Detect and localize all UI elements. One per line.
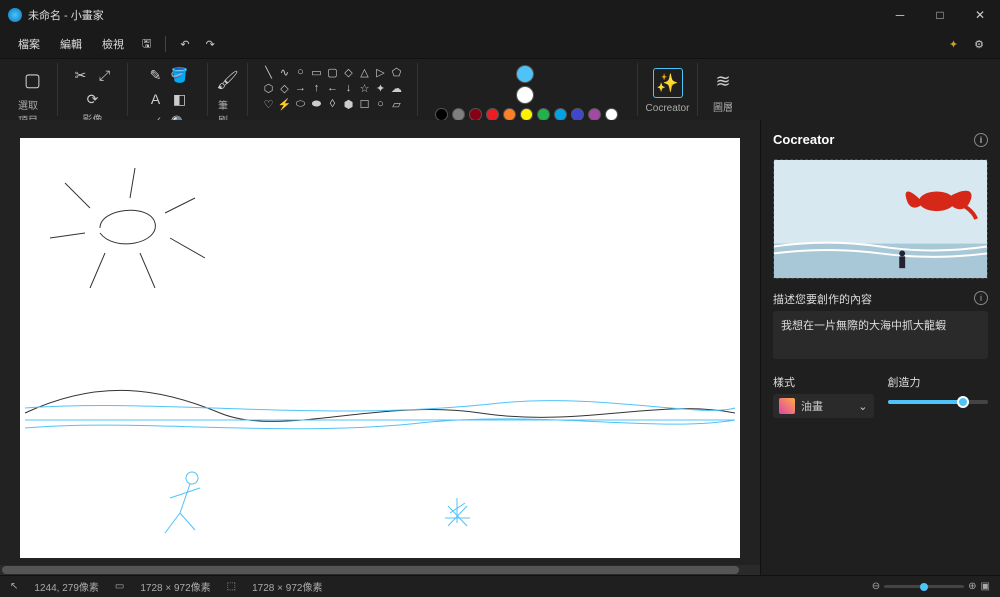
horizontal-scrollbar[interactable] [0,565,760,575]
chevron-down-icon: ⌄ [858,400,867,413]
color-secondary[interactable] [516,86,534,104]
zoom-in-icon[interactable]: ⊕ [968,581,976,592]
eraser-icon[interactable]: ◧ [170,89,190,109]
crop-icon[interactable]: ✂ [71,65,91,85]
text-icon[interactable]: A [146,89,166,109]
info-icon[interactable]: i [974,291,988,305]
close-button[interactable]: ✕ [960,0,1000,30]
style-select[interactable]: 油畫 ⌄ [773,394,874,418]
mouse-position: 1244, 279像素 [34,579,99,594]
layers-icon[interactable]: ≋ [708,66,738,96]
style-thumb-icon [779,398,795,414]
canvas-size-icon: ▭ [115,581,124,592]
rotate-icon[interactable]: ⟳ [83,89,103,109]
cocreator-title: Cocreator [773,132,834,147]
cursor-icon: ↖ [10,581,18,592]
fit-icon[interactable]: ▣ [981,581,990,592]
window-title: 未命名 - 小畫家 [28,7,104,23]
style-value: 油畫 [801,398,823,414]
undo-icon[interactable]: ↶ [174,34,195,55]
ribbon-label-cocreator: Cocreator [646,103,690,114]
statusbar: ↖ 1244, 279像素 ▭ 1728 × 972像素 ⬚ 1728 × 97… [0,575,1000,597]
shapes-grid[interactable]: ╲∿○▭▢◇△▷⬠ ⬡◇→↑←↓☆✦☁ ♡⚡⬭⬬◊⬢☐○▱ [262,65,404,111]
creativity-slider[interactable] [888,400,989,404]
print-size-icon: ⬚ [227,581,236,592]
titlebar: 未命名 - 小畫家 ─ □ ✕ [0,0,1000,30]
brush-icon[interactable]: 🖌 [213,65,243,95]
color-primary[interactable] [516,65,534,83]
cocreator-preview[interactable] [773,159,988,279]
fill-icon[interactable]: 🪣 [170,65,190,85]
ribbon: ▢ 選取項目 ✂ ⤢ ⟳ 影像 ✎ 🪣 A ◧ ⟋ 🔍 工具 🖌 筆刷 ╲∿○▭… [0,58,1000,120]
style-label: 樣式 [773,374,795,390]
select-tool[interactable]: ▢ [18,65,48,95]
ribbon-label-layers: 圖層 [713,99,733,114]
copilot-icon[interactable]: ✦ [943,34,964,55]
menu-edit[interactable]: 編輯 [52,32,90,56]
creativity-label: 創造力 [888,374,921,390]
prompt-label: 描述您要創作的內容 [773,291,872,307]
menu-file[interactable]: 檔案 [10,32,48,56]
cocreator-icon[interactable]: ✨ [653,68,683,98]
zoom-control[interactable]: ⊖ ⊕ ▣ [872,581,990,592]
prompt-input[interactable] [773,311,988,359]
print-size: 1728 × 972像素 [252,579,322,594]
zoom-out-icon[interactable]: ⊖ [872,581,880,592]
canvas-area [0,120,760,575]
save-icon[interactable]: 🖫 [136,31,157,58]
maximize-button[interactable]: □ [920,0,960,30]
cocreator-panel: Cocreator i [760,120,1000,575]
canvas-size: 1728 × 972像素 [140,579,210,594]
canvas[interactable] [20,138,740,558]
menu-view[interactable]: 檢視 [94,32,132,56]
redo-icon[interactable]: ↷ [200,34,221,55]
drawing-sketch [20,138,740,558]
resize-icon[interactable]: ⤢ [95,65,115,85]
settings-icon[interactable]: ⚙ [968,34,990,55]
menubar: 檔案 編輯 檢視 🖫 ↶ ↷ ✦ ⚙ [0,30,1000,58]
pencil-icon[interactable]: ✎ [146,65,166,85]
main-area: Cocreator i [0,120,1000,575]
minimize-button[interactable]: ─ [880,0,920,30]
app-icon [8,8,22,22]
info-icon[interactable]: i [974,133,988,147]
